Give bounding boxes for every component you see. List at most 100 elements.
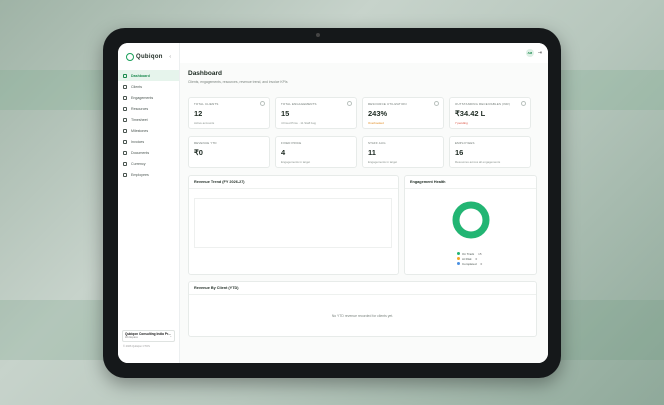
users-icon <box>123 84 127 89</box>
employees-icon <box>123 172 127 177</box>
kpi-value: 11 <box>368 148 376 157</box>
logout-icon[interactable]: ⇥ <box>538 50 542 56</box>
kpi-card: RESOURCE UTILIZATION 243% Overbooked <box>362 97 444 129</box>
info-icon <box>434 101 439 106</box>
kpi-value: 16 <box>455 148 464 157</box>
kpi-value: 243% <box>368 109 388 118</box>
kpi-note: 7 pending <box>455 121 468 125</box>
kpi-note: Engagements in target <box>281 160 311 164</box>
legend-label: Completed <box>462 261 477 266</box>
kpi-card: REVENUE YTD ₹0 <box>188 136 270 168</box>
sidebar-item-employees[interactable]: Employees <box>118 169 179 180</box>
info-icon <box>521 101 526 106</box>
kpi-label: OUTSTANDING RECEIVABLES (INR) <box>455 102 510 106</box>
briefcase-icon <box>123 95 127 100</box>
page-title: Dashboard <box>188 70 222 77</box>
empty-state-message: No YTD revenue recorded for clients yet. <box>331 314 394 318</box>
kpi-value: 4 <box>281 148 286 157</box>
kpi-value: ₹0 <box>194 148 203 157</box>
clock-icon <box>123 117 127 122</box>
donut-legend: On Track 15 At Risk 0 Completed 0 <box>457 251 482 266</box>
currency-icon <box>123 161 127 166</box>
org-switcher[interactable]: Qubiqon Consulting India Pr... Workspace… <box>122 330 175 342</box>
kpi-label: EMPLOYEES <box>455 141 475 145</box>
kpi-note: Active accounts <box>194 121 215 125</box>
invoice-icon <box>123 139 127 144</box>
legend-count: 0 <box>480 261 483 266</box>
sidebar: Qubiqon ‹ Dashboard Clients Engagements Res… <box>118 43 180 363</box>
sidebar-item-resources[interactable]: Resources <box>118 103 179 114</box>
kpi-value: 15 <box>281 109 290 118</box>
kpi-label: RESOURCE UTILIZATION <box>368 102 407 106</box>
sidebar-item-engagements[interactable]: Engagements <box>118 92 179 103</box>
engagement-donut <box>452 201 490 239</box>
donut-on-track-arc <box>452 201 490 239</box>
legend-count: 0 <box>475 256 478 261</box>
info-icon <box>260 101 265 106</box>
legend-swatch <box>457 257 460 260</box>
kpi-label: TOTAL CLIENTS <box>194 102 219 106</box>
avatar[interactable]: AM <box>525 49 534 57</box>
kpi-note: Overbooked <box>368 121 384 125</box>
topbar: AM ⇥ <box>180 43 548 63</box>
kpi-note: 4 Fixed Price · 11 Staff Aug <box>281 121 316 125</box>
sidebar-item-invoices[interactable]: Invoices <box>118 136 179 147</box>
legend-swatch <box>457 252 460 255</box>
legend-count: 15 <box>478 251 482 256</box>
sidebar-item-milestones[interactable]: Milestones <box>118 125 179 136</box>
engagement-health-title: Engagement Health <box>405 176 536 189</box>
camera-dot <box>316 33 320 37</box>
kpi-value: 12 <box>194 109 203 118</box>
logo-row: Qubiqon ‹ <box>118 47 179 67</box>
sidebar-nav: Dashboard Clients Engagements Resources Time… <box>118 70 179 180</box>
legend-label: At Risk <box>462 256 472 261</box>
kpi-label: REVENUE YTD <box>194 141 217 145</box>
legend-item: Completed 0 <box>457 261 482 266</box>
chevron-down-icon: ⌄ <box>169 334 172 338</box>
page-subtitle: Clients, engagements, resources, revenue… <box>188 80 288 84</box>
document-icon <box>123 150 127 155</box>
sidebar-item-label: Resources <box>131 106 149 111</box>
sidebar-item-label: Employees <box>131 172 149 177</box>
sidebar-item-label: Engagements <box>131 95 154 100</box>
kpi-card: EMPLOYEES 16 Resources across all engageme… <box>449 136 531 168</box>
revenue-trend-plot <box>194 198 392 248</box>
revenue-trend-card: Revenue Trend (FY 2026-27) <box>188 175 399 275</box>
sidebar-item-timesheet[interactable]: Timesheet <box>118 114 179 125</box>
kpi-note: Resources across all engagements <box>455 160 501 164</box>
engagement-health-card: Engagement Health On Track 15 At Risk 0 Comp… <box>404 175 537 275</box>
charts-row: Revenue Trend (FY 2026-27) Engagement He… <box>188 175 540 275</box>
legend-swatch <box>457 262 460 265</box>
sidebar-item-label: Documents <box>131 150 150 155</box>
kpi-label: TOTAL ENGAGEMENTS <box>281 102 317 106</box>
logo-icon <box>126 53 134 61</box>
kpi-label: STAFF AUG <box>368 141 386 145</box>
kpi-grid: TOTAL CLIENTS 12 Active accounts TOTAL ENGA… <box>188 97 540 168</box>
kpi-card: TOTAL CLIENTS 12 Active accounts <box>188 97 270 129</box>
sidebar-item-label: Clients <box>131 84 142 89</box>
sidebar-item-clients[interactable]: Clients <box>118 81 179 92</box>
sidebar-item-label: Invoices <box>131 139 145 144</box>
resources-icon <box>123 106 127 111</box>
logo-text: Qubiqon <box>136 54 163 60</box>
org-role: Workspace <box>125 336 138 339</box>
main-area: AM ⇥ Dashboard Clients, engagements, res… <box>180 43 548 363</box>
kpi-note: Engagements in target <box>368 160 398 164</box>
dashboard-content: Dashboard Clients, engagements, resource… <box>180 63 548 337</box>
kpi-card: FIXED PRICE 4 Engagements in target <box>275 136 357 168</box>
revenue-by-client-card: Revenue By Client (YTD) No YTD revenue r… <box>188 281 537 337</box>
sidebar-item-currency[interactable]: Currency <box>118 158 179 169</box>
sidebar-collapse-button[interactable]: ‹ <box>169 54 171 60</box>
kpi-card: OUTSTANDING RECEIVABLES (INR) ₹34.42 L 7 p… <box>449 97 531 129</box>
tablet-frame: Qubiqon ‹ Dashboard Clients Engagements Res… <box>103 28 561 378</box>
legend-label: On Track <box>462 251 475 256</box>
copyright: © 2026 Qubiqon CTOS <box>123 345 150 348</box>
kpi-label: FIXED PRICE <box>281 141 302 145</box>
sidebar-item-dashboard[interactable]: Dashboard <box>118 70 179 81</box>
kpi-value: ₹34.42 L <box>455 109 486 118</box>
sidebar-item-label: Timesheet <box>131 117 148 122</box>
sidebar-item-documents[interactable]: Documents <box>118 147 179 158</box>
flag-icon <box>123 128 127 133</box>
sidebar-item-label: Milestones <box>131 128 149 133</box>
app-screen: Qubiqon ‹ Dashboard Clients Engagements Res… <box>118 43 548 363</box>
